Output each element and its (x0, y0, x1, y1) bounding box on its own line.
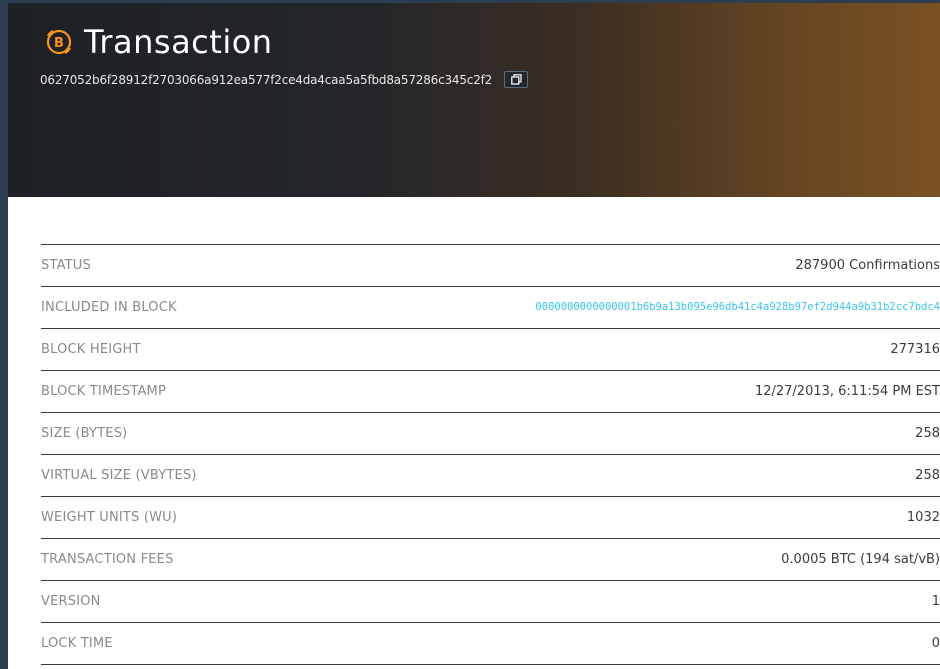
copy-icon (510, 70, 522, 89)
detail-row-status: STATUS 287900 Confirmations (41, 245, 940, 287)
transaction-fees-label: TRANSACTION FEES (41, 552, 174, 567)
version-label: VERSION (41, 594, 101, 609)
title-row: B Transaction (44, 23, 273, 61)
detail-row-block-timestamp: BLOCK TIMESTAMP 12/27/2013, 6:11:54 PM E… (41, 371, 940, 413)
lock-time-label: LOCK TIME (41, 636, 113, 651)
transaction-fees-value: 0.0005 BTC (194 sat/vB) (781, 552, 940, 567)
detail-row-weight-units: WEIGHT UNITS (WU) 1032 (41, 497, 940, 539)
virtual-size-value: 258 (915, 468, 940, 483)
size-label: SIZE (BYTES) (41, 426, 128, 441)
page-title: Transaction (84, 23, 273, 61)
transaction-hash: 0627052b6f28912f2703066a912ea577f2ce4da4… (40, 72, 493, 87)
block-height-label: BLOCK HEIGHT (41, 342, 141, 357)
bitcoin-icon: B (44, 27, 74, 57)
weight-units-label: WEIGHT UNITS (WU) (41, 510, 178, 525)
included-in-block-label: INCLUDED IN BLOCK (41, 300, 177, 315)
copy-button[interactable] (504, 70, 529, 89)
detail-row-version: VERSION 1 (41, 581, 940, 623)
version-value: 1 (931, 594, 940, 609)
detail-row-size: SIZE (BYTES) 258 (41, 413, 940, 455)
status-value: 287900 Confirmations (795, 258, 940, 273)
lock-time-value: 0 (931, 636, 940, 651)
block-timestamp-label: BLOCK TIMESTAMP (41, 384, 167, 399)
status-label: STATUS (41, 258, 91, 273)
detail-row-transaction-fees: TRANSACTION FEES 0.0005 BTC (194 sat/vB) (41, 539, 940, 581)
svg-text:B: B (54, 36, 64, 51)
transaction-hash-row: 0627052b6f28912f2703066a912ea577f2ce4da4… (40, 70, 529, 89)
page-frame: B Transaction 0627052b6f28912f2703066a91… (8, 3, 940, 669)
size-value: 258 (915, 426, 940, 441)
block-timestamp-value: 12/27/2013, 6:11:54 PM EST (754, 384, 940, 399)
detail-row-lock-time: LOCK TIME 0 (41, 623, 940, 665)
detail-row-block-height: BLOCK HEIGHT 277316 (41, 329, 940, 371)
virtual-size-label: VIRTUAL SIZE (VBYTES) (41, 468, 197, 483)
block-height-value: 277316 (890, 342, 940, 357)
block-hash-link[interactable]: 0000000000000001b6b9a13b095e96db41c4a928… (490, 299, 940, 316)
detail-row-virtual-size: VIRTUAL SIZE (VBYTES) 258 (41, 455, 940, 497)
weight-units-value: 1032 (906, 510, 940, 525)
transaction-details-table: STATUS 287900 Confirmations INCLUDED IN … (41, 244, 940, 665)
detail-row-included-in-block: INCLUDED IN BLOCK 0000000000000001b6b9a1… (41, 287, 940, 329)
transaction-header: B Transaction 0627052b6f28912f2703066a91… (8, 3, 940, 197)
